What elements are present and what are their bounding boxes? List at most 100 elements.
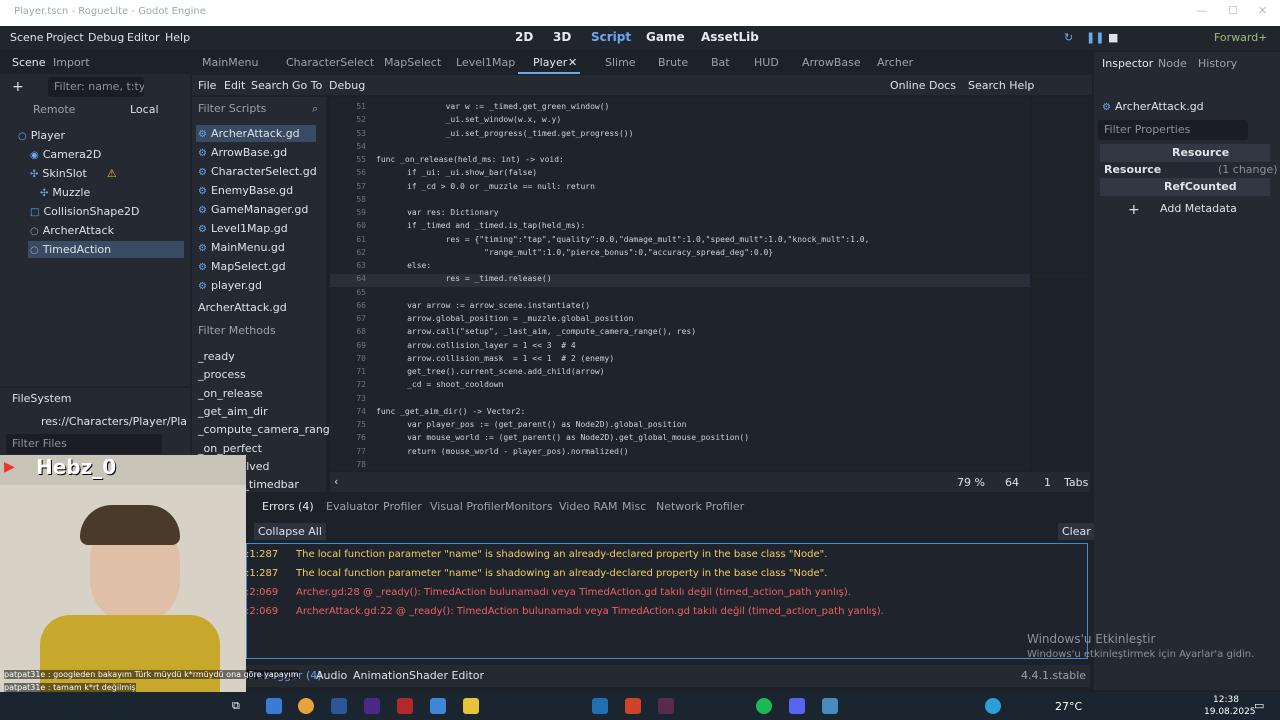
tree-item-skinslot[interactable]: ✣ SkinSlot ⚠ <box>30 167 117 180</box>
chrome-icon[interactable] <box>298 698 314 714</box>
tab-bat[interactable]: Bat <box>711 56 730 69</box>
script-item[interactable]: ⚙ EnemyBase.gd <box>198 184 293 197</box>
weather-temp[interactable]: 27°C <box>1055 700 1082 713</box>
filesystem-filter-input[interactable]: Filter Files <box>6 434 162 454</box>
search-help-button[interactable]: Search Help <box>968 79 1034 92</box>
tab-slime[interactable]: Slime <box>605 56 636 69</box>
warning-icon[interactable]: ⚠ <box>107 167 117 180</box>
menu-help[interactable]: Help <box>165 31 190 44</box>
notification-icon[interactable]: ▭ <box>1254 699 1264 712</box>
tree-item-camera2d[interactable]: ◉ Camera2D <box>30 148 101 161</box>
minimize-icon[interactable]: — <box>1196 4 1207 17</box>
code-line[interactable]: 70 arrow.collision_mask = 1 << 1 # 2 (en… <box>330 354 1030 367</box>
close-icon[interactable]: ✕ <box>1258 4 1267 17</box>
tab-history[interactable]: History <box>1198 57 1237 70</box>
code-line[interactable]: 55 func _on_release(held_ms: int) -> void… <box>330 155 1030 168</box>
code-line[interactable]: 78 <box>330 460 1030 470</box>
tab-player[interactable]: Player <box>533 56 567 69</box>
indent-mode[interactable]: Tabs <box>1064 476 1088 489</box>
collapse-all-button[interactable]: Collapse All <box>254 523 326 540</box>
code-line[interactable]: 65 <box>330 288 1030 301</box>
resource-section[interactable]: Resource <box>1104 163 1161 176</box>
script-item[interactable]: ⚙ MapSelect.gd <box>198 260 286 273</box>
inspector-object[interactable]: ⚙ ArcherAttack.gd <box>1102 100 1204 113</box>
code-line[interactable]: 66 var arrow := arrow_scene.instantiate(… <box>330 301 1030 314</box>
script-menu-goto[interactable]: Go To <box>292 79 322 92</box>
code-line[interactable]: 54 <box>330 142 1030 155</box>
error-message[interactable]: The local function parameter "name" is s… <box>296 568 827 579</box>
workspace-script[interactable]: Script <box>591 30 631 44</box>
code-line[interactable]: 53 _ui.set_progress(_timed.get_progress(… <box>330 129 1030 142</box>
code-line[interactable]: 68 arrow.call("setup", _last_aim, _compu… <box>330 327 1030 340</box>
tab-hud[interactable]: HUD <box>754 56 779 69</box>
discord-icon[interactable] <box>789 698 805 714</box>
code-line[interactable]: 75 var player_pos := (get_parent() as No… <box>330 420 1030 433</box>
code-line[interactable]: 76 var mouse_world := (get_parent() as N… <box>330 433 1030 446</box>
code-line[interactable]: 69 arrow.collision_layer = 1 << 3 # 4 <box>330 341 1030 354</box>
menu-editor[interactable]: Editor <box>127 31 160 44</box>
code-line[interactable]: 67 arrow.global_position = _muzzle.globa… <box>330 314 1030 327</box>
add-node-icon[interactable]: + <box>12 79 24 95</box>
scene-filter-input[interactable]: Filter: name, t:ty <box>48 77 144 97</box>
method-item[interactable]: _process <box>198 368 246 381</box>
maximize-icon[interactable]: ☐ <box>1228 4 1238 17</box>
tab-scene[interactable]: Scene <box>12 56 46 69</box>
code-line[interactable]: 58 <box>330 195 1030 208</box>
tab-remote[interactable]: Remote <box>33 103 75 116</box>
filesystem-path[interactable]: res://Characters/Player/Pla <box>41 415 187 428</box>
tree-item-collisionshape2d[interactable]: □ CollisionShape2D <box>30 205 139 218</box>
tab-network-profiler[interactable]: Network Profiler <box>656 500 744 513</box>
script-item[interactable]: ⚙ MainMenu.gd <box>198 241 285 254</box>
tab-arrowbase[interactable]: ArrowBase <box>802 56 861 69</box>
code-minimap[interactable] <box>1032 98 1088 278</box>
zoom-level[interactable]: 79 % <box>957 476 985 489</box>
tab-profiler[interactable]: Profiler <box>383 500 422 513</box>
menu-debug[interactable]: Debug <box>88 31 124 44</box>
renderer-select[interactable]: Forward+ <box>1214 31 1267 44</box>
script-menu-edit[interactable]: Edit <box>224 79 245 92</box>
method-item[interactable]: _ready <box>198 350 235 363</box>
error-message[interactable]: Archer.gd:28 @ _ready(): TimedAction bul… <box>296 587 851 598</box>
tab-mainmenu[interactable]: MainMenu <box>202 56 258 69</box>
tab-import[interactable]: Import <box>53 56 90 69</box>
photoshop-icon[interactable] <box>331 698 347 714</box>
tab-characterselect[interactable]: CharacterSelect <box>286 56 374 69</box>
task-view-icon[interactable]: ⧉ <box>232 699 240 713</box>
method-item[interactable]: _on_perfect <box>198 442 262 455</box>
clock-date[interactable]: 19.08.2025 <box>1204 707 1256 717</box>
script-item[interactable]: ⚙ Level1Map.gd <box>198 222 288 235</box>
chevron-left-icon[interactable]: ‹ <box>334 475 338 488</box>
tab-archer[interactable]: Archer <box>877 56 913 69</box>
menu-scene[interactable]: Scene <box>10 31 44 44</box>
script-item[interactable]: ⚙ ArrowBase.gd <box>198 146 287 159</box>
script-menu-debug[interactable]: Debug <box>329 79 365 92</box>
tab-mapselect[interactable]: MapSelect <box>384 56 441 69</box>
code-line[interactable]: 73 <box>330 394 1030 407</box>
code-line[interactable]: 62 "range_mult":1.0,"pierce_bonus":0,"ac… <box>330 248 1030 261</box>
copilot-icon[interactable] <box>266 698 282 714</box>
pause-icon[interactable]: ❚❚ <box>1086 31 1104 44</box>
tab-shader-editor[interactable]: Shader Editor <box>409 669 484 682</box>
illustrator-icon[interactable] <box>397 698 413 714</box>
script-menu-file[interactable]: File <box>198 79 216 92</box>
code-line[interactable]: 63 else: <box>330 261 1030 274</box>
tab-node[interactable]: Node <box>1158 57 1187 70</box>
script-menu-search[interactable]: Search <box>251 79 289 92</box>
tab-inspector[interactable]: Inspector <box>1102 57 1153 70</box>
method-item[interactable]: _get_aim_dir <box>198 405 268 418</box>
code-line[interactable]: 61 res = {"timing":"tap","quality":0.0,"… <box>330 235 1030 248</box>
tab-evaluator[interactable]: Evaluator <box>326 500 379 513</box>
workspace-game[interactable]: Game <box>646 30 685 44</box>
clear-button[interactable]: Clear <box>1058 523 1095 540</box>
workspace-3d[interactable]: 3D <box>553 30 571 44</box>
tab-level1map[interactable]: Level1Map <box>456 56 515 69</box>
script-item[interactable]: ⚙ CharacterSelect.gd <box>198 165 317 178</box>
godot-icon[interactable] <box>822 698 838 714</box>
premiere-icon[interactable] <box>364 698 380 714</box>
filter-properties-input[interactable]: Filter Properties <box>1098 120 1248 140</box>
code-line[interactable]: 71 get_tree().current_scene.add_child(ar… <box>330 367 1030 380</box>
tab-audio[interactable]: Audio <box>316 669 347 682</box>
error-message[interactable]: The local function parameter "name" is s… <box>296 549 827 560</box>
tab-video-ram[interactable]: Video RAM <box>559 500 618 513</box>
filter-scripts-input[interactable]: Filter Scripts <box>198 102 266 115</box>
